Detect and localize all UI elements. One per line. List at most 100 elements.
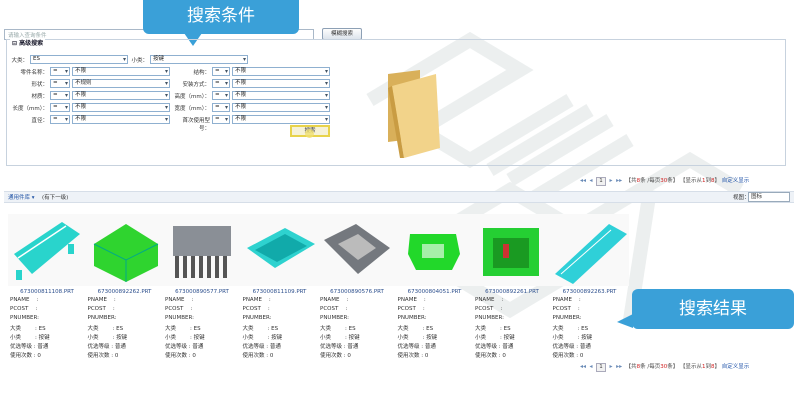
filter-operator-select[interactable]: = — [212, 115, 230, 124]
pagination-top: ◂◂ ◂ 1 ▸ ▸▸ 【共8条 /每页30条】 【显示从1到8】 自定义显示 — [580, 177, 750, 186]
result-field-pnumber: PNUMBER: — [552, 315, 582, 321]
filter-value-select[interactable]: 不限 — [232, 79, 330, 88]
filter-operator-select[interactable]: = — [50, 79, 70, 88]
filter-value-select[interactable]: 不规则 — [72, 79, 170, 88]
result-card[interactable]: 673000890576.PRT PNAME : PCOST : PNUMBER: 大… — [318, 214, 396, 360]
result-card[interactable]: 673000811109.PRT PNAME : PCOST : PNUMBER: 大… — [240, 214, 319, 360]
mouse-cursor-icon — [305, 129, 314, 138]
filter-value-select[interactable]: 不限 — [232, 91, 330, 100]
filter-value-select[interactable]: 不限 — [72, 103, 170, 112]
filter-operator-select[interactable]: = — [50, 115, 70, 124]
filter-operator-select[interactable]: = — [212, 79, 230, 88]
custom-display-link[interactable]: 自定义显示 — [722, 178, 750, 184]
filter-value-select[interactable]: 不限 — [72, 115, 170, 124]
result-field-major: 大类 : ES — [397, 326, 434, 332]
search-conditions-callout: 搜索条件 — [143, 0, 299, 34]
result-field-major: 大类 : ES — [242, 326, 279, 332]
part-thumbnail[interactable] — [395, 214, 474, 286]
result-part-name[interactable]: 673000811109.PRT — [241, 289, 319, 295]
last-page-icon[interactable]: ▸▸ — [616, 177, 622, 184]
part-thumbnail[interactable] — [318, 214, 396, 286]
next-page-icon[interactable]: ▸ — [610, 177, 613, 184]
first-page-icon[interactable]: ◂◂ — [580, 177, 586, 184]
prev-page-icon[interactable]: ◂ — [590, 177, 593, 184]
filter-value-select[interactable]: 不限 — [232, 115, 330, 124]
result-card[interactable]: 673000804051.PRT PNAME : PCOST : PNUMBER: 大… — [395, 214, 474, 360]
result-field-pcost: PCOST : — [242, 306, 270, 312]
first-page-icon[interactable]: ◂◂ — [580, 363, 586, 370]
result-card[interactable]: 673000811108.PRT PNAME : PCOST : PNUMBER: 大… — [8, 214, 86, 360]
result-field-pcost: PCOST : — [87, 306, 115, 312]
result-part-name[interactable]: 673000890577.PRT — [163, 289, 241, 295]
result-field-usage: 使用次数 : 0 — [397, 353, 429, 359]
result-field-pname: PNAME : — [242, 297, 271, 303]
result-field-level: 优选等级 : 普通 — [397, 344, 436, 350]
result-field-pname: PNAME : — [320, 297, 349, 303]
part-thumbnail[interactable] — [163, 214, 241, 286]
result-part-name[interactable]: 673000892263.PRT — [551, 289, 629, 295]
minor-category-label: 小类： — [131, 58, 148, 64]
result-field-pnumber: PNUMBER: — [320, 315, 349, 321]
result-card[interactable]: 673000892261.PRT PNAME : PCOST : PNUMBER: 大… — [473, 214, 551, 360]
filter-operator-select[interactable]: = — [50, 67, 70, 76]
result-field-minor: 小类 : 按键 — [165, 335, 205, 341]
page-number[interactable]: 1 — [596, 363, 607, 372]
callout-tail — [617, 314, 633, 328]
result-card[interactable]: 673000890577.PRT PNAME : PCOST : PNUMBER: 大… — [163, 214, 241, 360]
result-field-usage: 使用次数 : 0 — [475, 353, 506, 359]
filter-operator-select[interactable]: = — [212, 67, 230, 76]
part-thumbnail[interactable] — [85, 214, 164, 286]
filter-label: 安装方式： — [182, 82, 210, 88]
view-select[interactable]: 图标 — [748, 192, 790, 202]
custom-display-link[interactable]: 自定义显示 — [722, 364, 750, 370]
collapse-icon[interactable]: ⊟ — [12, 40, 17, 47]
result-field-minor: 小类 : 按键 — [242, 335, 283, 341]
result-field-major: 大类 : ES — [10, 326, 46, 332]
page-number[interactable]: 1 — [596, 177, 607, 186]
part-thumbnail[interactable] — [8, 214, 86, 286]
result-field-usage: 使用次数 : 0 — [10, 353, 41, 359]
result-part-name[interactable]: 673000892261.PRT — [473, 289, 551, 295]
last-page-icon[interactable]: ▸▸ — [616, 363, 622, 370]
result-field-pcost: PCOST : — [10, 306, 38, 312]
filter-operator-select[interactable]: = — [50, 103, 70, 112]
next-page-icon[interactable]: ▸ — [610, 363, 613, 370]
minor-category-select[interactable]: 按键 — [150, 55, 248, 64]
filter-operator-select[interactable]: = — [212, 103, 230, 112]
result-card[interactable]: 673000892262.PRT PNAME : PCOST : PNUMBER: 大… — [85, 214, 164, 360]
filter-label: 材质： — [31, 94, 48, 100]
result-part-name[interactable]: 673000892262.PRT — [86, 289, 164, 295]
result-field-usage: 使用次数 : 0 — [165, 353, 196, 359]
result-field-minor: 小类 : 按键 — [320, 335, 360, 341]
prev-page-icon[interactable]: ◂ — [590, 363, 593, 370]
result-field-level: 优选等级 : 普通 — [320, 344, 359, 350]
major-category-label: 大类： — [11, 58, 28, 64]
part-thumbnail[interactable] — [550, 214, 629, 286]
result-field-minor: 小类 : 按键 — [475, 335, 515, 341]
part-thumbnail[interactable] — [240, 214, 319, 286]
part-thumbnail[interactable] — [473, 214, 551, 286]
filter-value-select[interactable]: 不限 — [72, 67, 170, 76]
filter-label: 首次使用型号： — [182, 118, 210, 132]
major-category-select[interactable]: ES — [30, 55, 128, 64]
library-dropdown[interactable]: 通用件库 ▾ — [8, 193, 35, 201]
filter-value-select[interactable]: 不限 — [72, 91, 170, 100]
result-field-pnumber: PNUMBER: — [397, 315, 427, 321]
result-field-minor: 小类 : 按键 — [87, 335, 128, 341]
result-part-name[interactable]: 673000811108.PRT — [8, 289, 86, 295]
result-field-pcost: PCOST : — [552, 306, 580, 312]
filter-label: 长度（mm）： — [12, 106, 48, 112]
result-part-name[interactable]: 673000804051.PRT — [396, 289, 474, 295]
result-part-name[interactable]: 673000890576.PRT — [318, 289, 396, 295]
result-field-level: 优选等级 : 普通 — [165, 344, 204, 350]
filter-value-select[interactable]: 不限 — [232, 67, 330, 76]
filter-label: 宽度（mm）： — [174, 106, 210, 112]
result-field-pnumber: PNUMBER: — [10, 315, 39, 321]
filter-label: 高度（mm）： — [174, 94, 210, 100]
result-field-pnumber: PNUMBER: — [165, 315, 194, 321]
result-card[interactable]: 673000892263.PRT PNAME : PCOST : PNUMBER: 大… — [550, 214, 629, 360]
filter-value-select[interactable]: 不限 — [232, 103, 330, 112]
filter-operator-select[interactable]: = — [212, 91, 230, 100]
results-toolbar — [4, 191, 794, 203]
filter-operator-select[interactable]: = — [50, 91, 70, 100]
